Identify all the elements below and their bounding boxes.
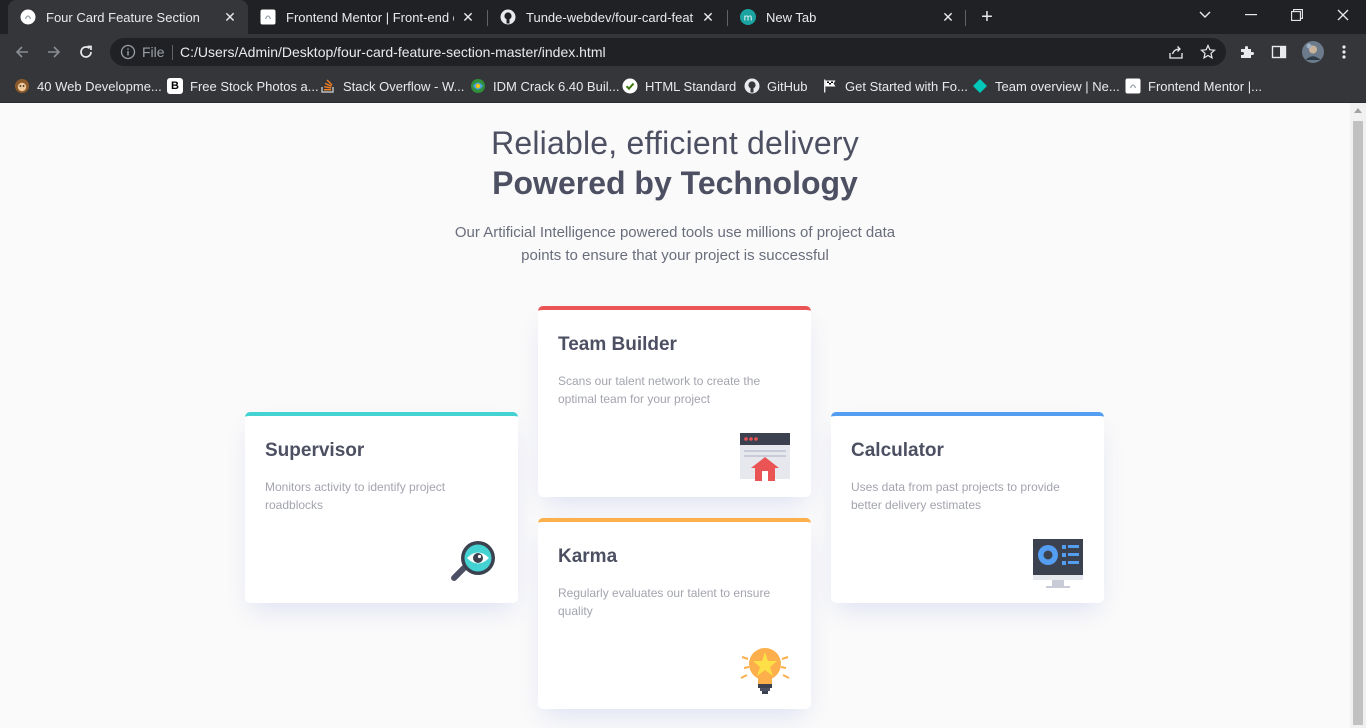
tab-search-chevron-icon[interactable] (1182, 0, 1228, 30)
frontendmentor-favicon-icon (260, 9, 276, 25)
tab-title: New Tab (766, 9, 817, 25)
bookmark-item[interactable]: Stack Overflow - W... (320, 76, 464, 96)
stackoverflow-icon (320, 78, 336, 94)
headline-bold: Powered by Technology (492, 165, 858, 201)
card-title: Karma (558, 546, 618, 567)
flag-icon (822, 78, 838, 94)
tab-close-icon[interactable]: ✕ (940, 9, 956, 25)
close-window-icon[interactable] (1320, 0, 1366, 30)
page-scrollbar[interactable] (1350, 103, 1366, 728)
bookmark-label: Stack Overflow - W... (343, 78, 465, 94)
bookmark-item[interactable]: GitHub (744, 76, 807, 96)
tab-title: Frontend Mentor | Front-end coding chall… (286, 9, 454, 25)
bookmark-item[interactable]: 40 Web Developme... (14, 76, 162, 96)
browser-toolbar: File C:/Users/Admin/Desktop/four-card-fe… (0, 34, 1366, 70)
tab-close-icon[interactable]: ✕ (700, 9, 716, 25)
whatwg-icon (622, 78, 638, 94)
bookmark-item[interactable]: IDM Crack 6.40 Buil... (470, 76, 619, 96)
intro-text: Our Artificial Intelligence powered tool… (454, 224, 896, 264)
card-description: Uses data from past projects to provide … (851, 480, 1060, 512)
svg-text:m: m (744, 14, 753, 24)
frontendmentor-icon (1125, 78, 1141, 94)
url-text[interactable]: C:/Users/Admin/Desktop/four-card-feature… (180, 44, 606, 60)
side-panel-icon[interactable] (1269, 42, 1289, 62)
card-team-builder: Team Builder Scans our talent network to… (538, 306, 811, 497)
team-builder-icon (740, 433, 790, 481)
scheme-label: File (142, 44, 165, 60)
headline-light: Reliable, efficient delivery (491, 125, 859, 161)
bookmark-item[interactable]: Team overview | Ne... (972, 76, 1120, 96)
bookmark-item[interactable]: B Free Stock Photos a... (167, 76, 319, 96)
lightbulb-icon (740, 648, 790, 694)
github-icon (744, 78, 760, 94)
tab-close-icon[interactable]: ✕ (222, 9, 238, 25)
card-karma: Karma Regularly evaluates our talent to … (538, 518, 811, 709)
scroll-up-arrow-icon[interactable] (1354, 108, 1362, 113)
tab-title: Four Card Feature Section (46, 9, 200, 25)
page-viewport: Reliable, efficient delivery Powered by … (0, 103, 1350, 728)
bookmark-star-icon[interactable] (1199, 43, 1217, 61)
bookmark-label: HTML Standard (645, 78, 737, 94)
bookmark-item[interactable]: Get Started with Fo... (822, 76, 968, 96)
tab-new-tab[interactable]: m New Tab ✕ (728, 0, 966, 34)
browser-tab-strip: Four Card Feature Section ✕ Frontend Men… (0, 0, 1366, 34)
browser-menu-icon[interactable] (1334, 42, 1354, 62)
bookmark-label: Free Stock Photos a... (190, 78, 319, 94)
restore-window-icon[interactable] (1274, 0, 1320, 30)
bookmark-label: Get Started with Fo... (845, 78, 968, 94)
card-title: Team Builder (558, 334, 677, 355)
forward-arrow-icon[interactable] (41, 39, 67, 65)
bookmark-item[interactable]: HTML Standard (622, 76, 736, 96)
card-description: Regularly evaluates our talent to ensure… (558, 586, 771, 618)
card-description: Scans our talent network to create the o… (558, 374, 761, 406)
page-favicon-icon (20, 9, 36, 25)
new-tab-favicon-icon: m (740, 9, 756, 25)
bookmarks-bar: 40 Web Developme... B Free Stock Photos … (0, 70, 1366, 103)
new-tab-plus-icon[interactable]: + (976, 6, 998, 28)
tab-four-card-feature[interactable]: Four Card Feature Section ✕ (8, 0, 248, 34)
card-description: Monitors activity to identify project ro… (265, 480, 446, 512)
bookmark-label: GitHub (767, 78, 808, 94)
tab-close-icon[interactable]: ✕ (460, 9, 476, 25)
scrollbar-thumb[interactable] (1353, 121, 1363, 725)
card-calculator: Calculator Uses data from past projects … (831, 412, 1104, 603)
idm-icon (470, 78, 486, 94)
tab-frontend-mentor[interactable]: Frontend Mentor | Front-end coding chall… (248, 0, 486, 34)
back-arrow-icon[interactable] (9, 39, 35, 65)
bookmark-item[interactable]: Frontend Mentor |... (1125, 76, 1262, 96)
omnibox-divider (172, 45, 173, 60)
diamond-icon (972, 78, 988, 94)
tab-title: Tunde-webdev/four-card-feature (526, 9, 694, 25)
b-letter-icon: B (167, 78, 183, 94)
reload-icon[interactable] (73, 39, 99, 65)
tab-github-repo[interactable]: Tunde-webdev/four-card-feature ✕ (488, 0, 726, 34)
site-info-icon[interactable] (120, 44, 136, 65)
monkey-icon (14, 78, 30, 94)
bookmark-label: Frontend Mentor |... (1148, 78, 1262, 94)
minimize-window-icon[interactable] (1228, 0, 1274, 30)
extensions-puzzle-icon[interactable] (1237, 42, 1257, 62)
profile-avatar[interactable] (1301, 40, 1325, 64)
card-title: Supervisor (265, 440, 365, 461)
bookmark-label: 40 Web Developme... (37, 78, 162, 94)
card-supervisor: Supervisor Monitors activity to identify… (245, 412, 518, 603)
calculator-monitor-icon (1033, 539, 1083, 588)
tab-separator (965, 10, 966, 26)
address-bar[interactable]: File C:/Users/Admin/Desktop/four-card-fe… (110, 38, 1226, 66)
card-title: Calculator (851, 440, 944, 461)
bookmark-label: IDM Crack 6.40 Buil... (493, 78, 620, 94)
share-icon[interactable] (1167, 43, 1185, 61)
github-favicon-icon (500, 9, 516, 25)
magnifier-eye-icon (451, 541, 495, 581)
bookmark-label: Team overview | Ne... (995, 78, 1120, 94)
